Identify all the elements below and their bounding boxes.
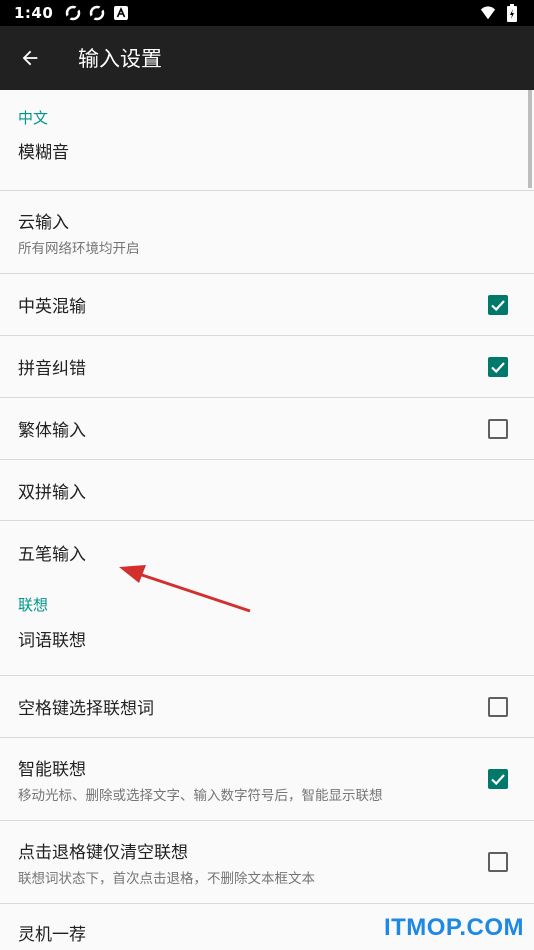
checkbox-checked[interactable] [488, 294, 508, 315]
checkbox-unchecked[interactable] [488, 696, 508, 717]
back-arrow-icon [22, 50, 38, 66]
checkmark-icon [491, 361, 505, 373]
pref-title: 中英混输 [18, 297, 86, 317]
pref-title: 模糊音 [18, 143, 69, 163]
category-chinese: 中文 [18, 109, 49, 127]
pref-summary: 所有网络环境均开启 [18, 240, 140, 257]
pref-word-association[interactable]: 词语联想 [0, 619, 534, 676]
sync-icon [65, 5, 81, 21]
pref-cloud-input[interactable]: 云输入 所有网络环境均开启 [0, 191, 534, 274]
checkbox-checked[interactable] [488, 356, 508, 377]
checkbox-unchecked[interactable] [488, 418, 508, 439]
pref-title: 云输入 [18, 212, 69, 233]
pref-summary: 移动光标、删除或选择文字、输入数字符号后，智能显示联想 [18, 787, 383, 804]
pref-title: 繁体输入 [18, 421, 86, 441]
checkmark-icon [491, 299, 505, 311]
back-button[interactable] [0, 26, 62, 90]
checkmark-icon [491, 774, 505, 786]
pref-title: 五笔输入 [18, 544, 86, 565]
pref-fuzzy-pinyin[interactable]: 模糊音 [0, 132, 534, 191]
pref-title: 空格键选择联想词 [18, 699, 154, 719]
status-time: 1:40 [14, 4, 54, 22]
pref-traditional-input[interactable]: 繁体输入 [0, 398, 534, 460]
page-title: 输入设置 [78, 47, 162, 71]
pref-summary: 联想词状态下，首次点击退格，不删除文本框文本 [18, 870, 315, 887]
watermark: ITMOP.COM [383, 914, 524, 941]
a-icon [113, 5, 129, 21]
pref-title: 词语联想 [18, 631, 86, 651]
pref-title: 拼音纠错 [18, 359, 86, 379]
scrollbar-thumb[interactable] [528, 90, 532, 188]
pref-mixed-input[interactable]: 中英混输 [0, 274, 534, 336]
pref-backspace-clear-association[interactable]: 点击退格键仅清空联想 联想词状态下，首次点击退格，不删除文本框文本 [0, 821, 534, 904]
category-association: 联想 [18, 596, 49, 614]
settings-list[interactable]: 中文 模糊音 云输入 所有网络环境均开启 中英混输 拼音纠错 繁体输入 双拼输入… [0, 90, 534, 950]
checkbox-checked[interactable] [488, 769, 508, 789]
pref-double-pinyin[interactable]: 双拼输入 [0, 460, 534, 521]
pref-title: 智能联想 [18, 759, 86, 780]
pref-wubi-input[interactable]: 五笔输入 [0, 521, 534, 583]
sync-icon [89, 5, 105, 21]
pref-space-select-association[interactable]: 空格键选择联想词 [0, 676, 534, 738]
wifi-icon [480, 5, 496, 21]
pref-title: 双拼输入 [18, 482, 86, 503]
status-bar: 1:40 [0, 0, 534, 26]
pref-pinyin-correction[interactable]: 拼音纠错 [0, 336, 534, 398]
pref-title: 点击退格键仅清空联想 [18, 842, 188, 863]
pref-smart-association[interactable]: 智能联想 移动光标、删除或选择文字、输入数字符号后，智能显示联想 [0, 738, 534, 821]
app-bar: 输入设置 [0, 26, 534, 90]
checkbox-unchecked[interactable] [488, 852, 508, 872]
battery-icon [504, 4, 520, 22]
